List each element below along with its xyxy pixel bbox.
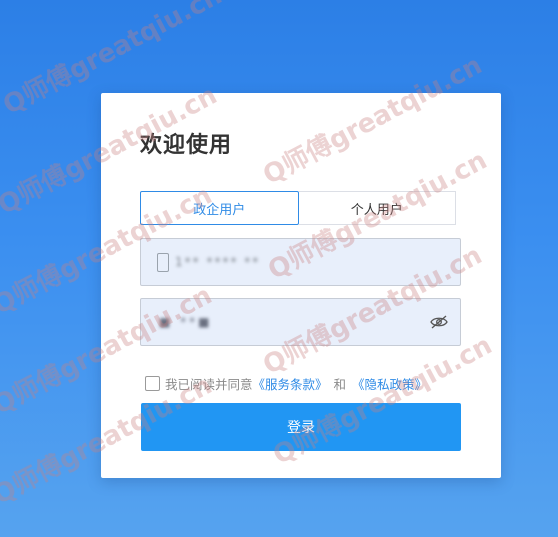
tab-enterprise-user[interactable]: 政企用户 — [140, 191, 299, 225]
privacy-link[interactable]: 《隐私政策》 — [352, 374, 427, 393]
user-type-tabs: 政企用户 个人用户 — [140, 191, 456, 225]
login-card: 欢迎使用 政企用户 个人用户 1** **** ** ■ **■ 我已阅读并同意… — [101, 93, 501, 478]
and-text: 和 — [333, 377, 347, 392]
page-title: 欢迎使用 — [140, 133, 233, 158]
agreement-row: 我已阅读并同意 《服务条款》 和 《隐私政策》 — [145, 374, 427, 393]
password-field[interactable]: ■ **■ — [140, 298, 461, 346]
eye-off-icon[interactable] — [430, 315, 448, 329]
agree-checkbox[interactable] — [145, 376, 160, 391]
password-value: ■ **■ — [159, 315, 213, 329]
agree-text: 我已阅读并同意 — [165, 377, 253, 392]
phone-icon — [157, 253, 169, 272]
phone-value: 1** **** ** — [175, 255, 261, 269]
login-button[interactable]: 登录 — [141, 403, 461, 451]
terms-link[interactable]: 《服务条款》 — [253, 374, 328, 393]
phone-field[interactable]: 1** **** ** — [140, 238, 461, 286]
tab-personal-user[interactable]: 个人用户 — [298, 191, 456, 225]
